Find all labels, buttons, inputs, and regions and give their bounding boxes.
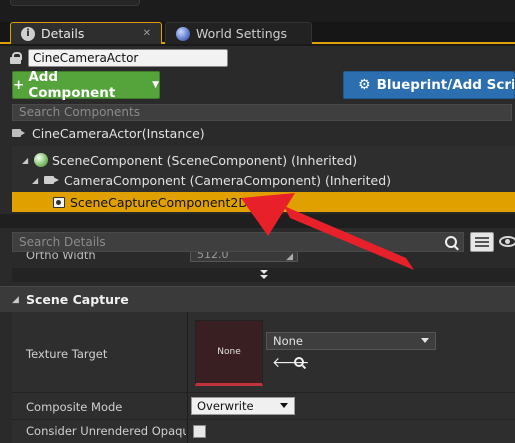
component-tree: ◢ SceneComponent (SceneComponent) (Inher… xyxy=(12,146,515,212)
ortho-width-value: 512.0 xyxy=(197,252,229,261)
instance-label: CineCameraActor(Instance) xyxy=(32,125,205,141)
browse-search-icon[interactable] xyxy=(294,357,304,367)
tree-item-scene-capture-component-2d[interactable]: SceneCaptureComponent2D xyxy=(12,192,515,212)
actor-icon xyxy=(12,127,26,139)
instance-row[interactable]: CineCameraActor(Instance) xyxy=(12,124,205,142)
add-component-button[interactable]: + Add Component ▼ xyxy=(12,69,160,101)
blueprint-add-script-label: Blueprint/Add Script xyxy=(376,77,514,93)
column-splitter[interactable] xyxy=(187,312,188,443)
scene-capture-properties: Texture Target None None 🡐 Composite Mod… xyxy=(12,312,515,443)
collapse-triangle-icon: ◢ xyxy=(12,294,19,305)
eye-icon[interactable] xyxy=(499,236,515,247)
category-label: Scene Capture xyxy=(26,292,129,307)
consider-unrendered-label: Consider Unrendered Opaque Pix xyxy=(26,424,186,438)
composite-mode-dropdown[interactable]: Overwrite xyxy=(191,397,295,415)
expand-triangle-icon[interactable]: ◢ xyxy=(22,156,30,165)
chevron-down-icon xyxy=(421,338,429,343)
resize-handle-icon: ◢ xyxy=(286,252,293,262)
panel-divider xyxy=(0,214,515,228)
details-search-row: Search Details xyxy=(12,232,515,252)
sphere-icon xyxy=(34,153,48,167)
texture-target-value: None xyxy=(273,334,304,348)
texture-thumbnail[interactable]: None xyxy=(195,320,263,386)
ortho-width-field[interactable]: 512.0 ◢ xyxy=(190,252,298,262)
tab-details-label: Details xyxy=(41,26,85,41)
search-icon xyxy=(445,236,457,248)
tab-bar: i Details ✕ World Settings xyxy=(0,22,515,44)
tree-item-camera-component[interactable]: ◢ CameraComponent (CameraComponent) (Inh… xyxy=(32,170,391,190)
double-chevron-down-icon xyxy=(259,270,269,280)
thumbnail-text: None xyxy=(217,347,241,357)
chevron-down-icon xyxy=(280,403,288,408)
tree-item-scene-component[interactable]: ◢ SceneComponent (SceneComponent) (Inher… xyxy=(22,150,357,170)
category-header-scene-capture[interactable]: ◢ Scene Capture xyxy=(0,286,515,312)
tree-item-label: CameraComponent (CameraComponent) (Inher… xyxy=(64,172,392,188)
actor-name-row: CineCameraActor xyxy=(10,48,228,68)
row-divider xyxy=(12,419,515,420)
tree-item-label: SceneCaptureComponent2D xyxy=(70,194,248,210)
details-panel: CineCameraActor + Add Component ▼ ⚙ Blue… xyxy=(0,46,515,443)
consider-unrendered-checkbox[interactable] xyxy=(193,425,206,438)
top-window-strip xyxy=(0,0,515,22)
texture-target-label: Texture Target xyxy=(26,347,108,361)
property-matrix-button[interactable] xyxy=(470,232,494,252)
chevron-down-icon: ▼ xyxy=(152,80,159,90)
blueprint-add-script-button[interactable]: ⚙ Blueprint/Add Script xyxy=(343,71,515,99)
tree-item-label: SceneComponent (SceneComponent) (Inherit… xyxy=(52,152,358,168)
composite-mode-value: Overwrite xyxy=(197,399,254,413)
plus-icon: + xyxy=(13,77,25,93)
expand-triangle-icon[interactable]: ◢ xyxy=(32,176,40,185)
search-details-input[interactable]: Search Details xyxy=(12,232,464,252)
globe-icon xyxy=(176,26,190,41)
actor-name-field[interactable]: CineCameraActor xyxy=(28,49,228,67)
info-icon: i xyxy=(21,26,35,41)
gear-icon: ⚙ xyxy=(358,77,371,93)
tab-world-settings[interactable]: World Settings xyxy=(165,22,312,44)
texture-target-dropdown[interactable]: None xyxy=(266,332,436,350)
search-components-input[interactable]: Search Components xyxy=(12,104,512,121)
truncated-top-control xyxy=(10,0,140,6)
scene-capture-icon xyxy=(52,195,66,209)
camera-icon xyxy=(44,174,60,186)
tab-world-settings-label: World Settings xyxy=(196,26,288,41)
ortho-width-row: Ortho Width 512.0 ◢ xyxy=(0,252,515,264)
row-divider xyxy=(12,392,515,393)
close-tab-icon[interactable]: ✕ xyxy=(143,28,151,39)
show-advanced-bar[interactable] xyxy=(12,268,515,282)
add-component-label: Add Component xyxy=(28,69,116,101)
composite-mode-label: Composite Mode xyxy=(26,400,123,414)
search-details-placeholder: Search Details xyxy=(19,235,106,249)
tab-details[interactable]: i Details ✕ xyxy=(10,22,162,44)
ortho-width-label: Ortho Width xyxy=(26,252,96,262)
lock-icon[interactable] xyxy=(10,52,22,64)
